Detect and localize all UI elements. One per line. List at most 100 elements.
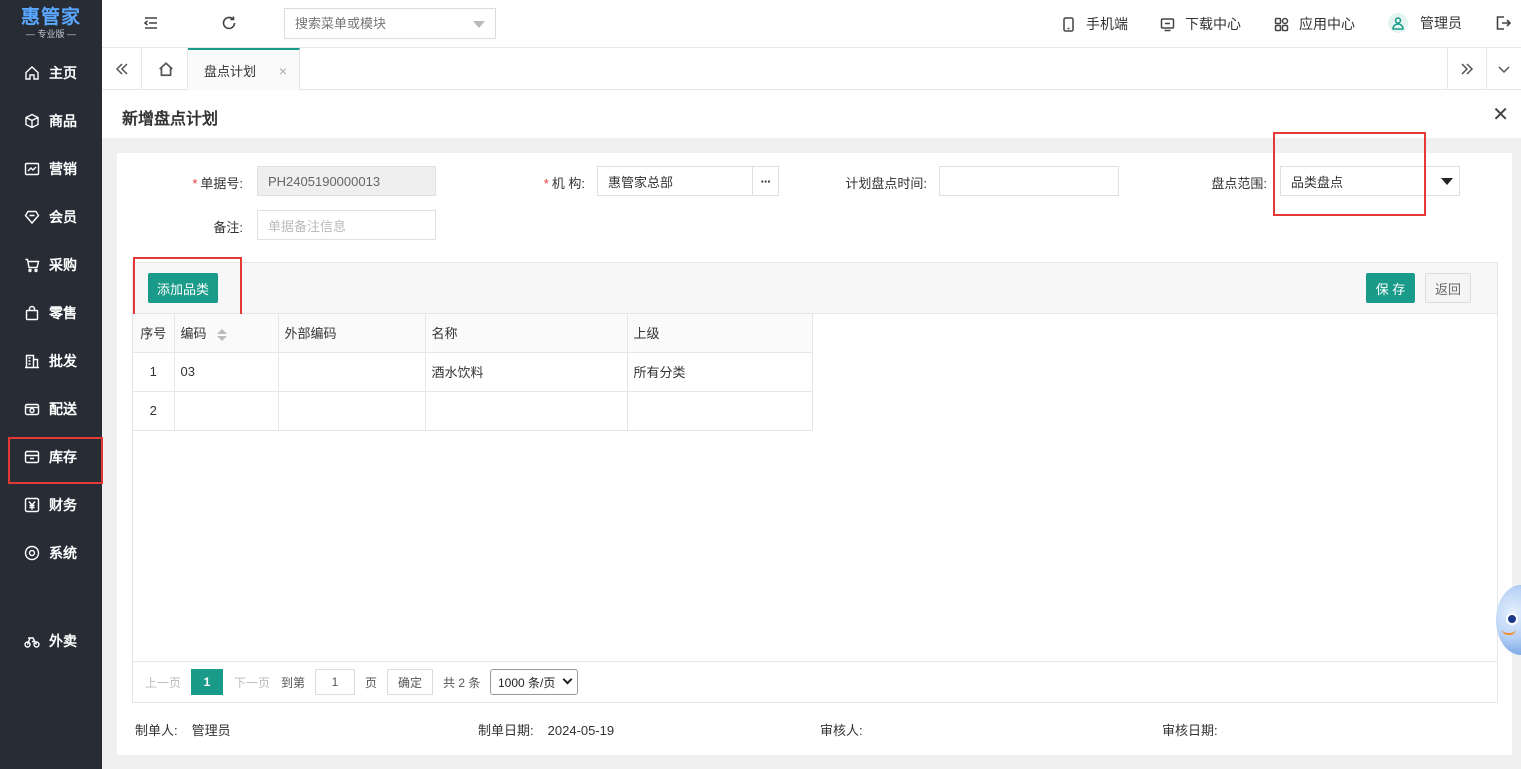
close-icon[interactable]: ✕ [1492, 102, 1509, 127]
required-mark: * [543, 176, 549, 191]
current-page[interactable]: 1 [191, 669, 223, 695]
sidebar-item-label: 零售 [49, 305, 77, 321]
creator-label: 制单人: [135, 723, 178, 738]
user-name: 管理员 [1420, 15, 1462, 31]
category-table: 序号 编码 外部编码 名称 上级 1 03 酒水饮料 所有分类 2 [133, 314, 813, 431]
download-center-link[interactable]: 下载中心 [1160, 14, 1241, 34]
goto-confirm-button[interactable]: 确定 [387, 669, 433, 695]
plan-time-field[interactable] [939, 166, 1119, 196]
cell-name: 酒水饮料 [425, 352, 628, 392]
logo-title: 惠管家 [20, 7, 81, 28]
org-picker-button[interactable]: ··· [752, 167, 778, 195]
scope-label: 盘点范围: [1211, 176, 1267, 191]
remark-label: 备注: [213, 220, 243, 235]
cell-name [425, 391, 628, 431]
menu-collapse-icon[interactable] [142, 14, 162, 34]
remark-field[interactable]: 单据备注信息 [257, 210, 436, 240]
sidebar-item-label: 系统 [49, 545, 77, 561]
page-unit-label: 页 [365, 676, 378, 690]
user-menu[interactable]: 管理员 [1388, 13, 1462, 33]
creator-value: 管理员 [191, 723, 231, 738]
save-button[interactable]: 保 存 [1366, 273, 1415, 303]
tabs-scroll-right-button[interactable] [1447, 48, 1487, 89]
sidebar-item-label: 财务 [49, 497, 77, 513]
table-row[interactable]: 1 03 酒水饮料 所有分类 [133, 352, 813, 392]
refresh-icon[interactable] [220, 14, 240, 34]
page-title: 新增盘点计划 [122, 111, 219, 128]
create-date-label: 制单日期: [478, 723, 534, 738]
chevron-down-icon [1441, 178, 1453, 185]
sidebar-item-finance[interactable]: 财务 [0, 481, 102, 529]
sort-icon[interactable] [216, 328, 227, 342]
double-chevron-left-icon [115, 62, 128, 75]
cell-code[interactable] [174, 391, 279, 431]
sidebar-item-members[interactable]: 会员 [0, 193, 102, 241]
building-icon [25, 354, 39, 369]
plan-time-label: 计划盘点时间: [845, 176, 927, 191]
diamond-icon [24, 210, 40, 225]
double-chevron-right-icon [1461, 62, 1474, 75]
table-toolbar: 添加品类 保 存 返回 [133, 263, 1497, 314]
total-count: 共 2 条 [443, 676, 481, 690]
logout-icon[interactable] [1494, 14, 1514, 34]
scope-highlight-box [1273, 132, 1426, 216]
prev-page-button[interactable]: 上一页 [145, 674, 181, 691]
back-button[interactable]: 返回 [1425, 273, 1471, 303]
tab-stocktake-plan[interactable]: 盘点计划 × [188, 48, 300, 90]
mobile-link[interactable]: 手机端 [1061, 14, 1128, 34]
category-table-panel: 添加品类 保 存 返回 序号 编码 外部编码 名称 上级 1 03 酒水饮料 所… [132, 257, 1498, 703]
sidebar-item-home[interactable]: 主页 [0, 49, 102, 97]
sidebar-item-marketing[interactable]: 营销 [0, 145, 102, 193]
sidebar-item-delivery[interactable]: 配送 [0, 385, 102, 433]
page-header: 新增盘点计划 ✕ [102, 90, 1521, 138]
column-header-index: 序号 [133, 314, 175, 353]
org-field[interactable]: 惠管家总部 ··· [597, 166, 779, 196]
cell-index: 1 [133, 352, 175, 392]
page-size-select[interactable]: 1000 条/页 [490, 669, 578, 695]
tab-close-icon[interactable]: × [279, 63, 287, 79]
sidebar-item-takeout[interactable]: 外卖 [0, 617, 102, 665]
doc-no-label: * 单据号: [177, 173, 243, 192]
cell-parent [627, 391, 813, 431]
next-page-button[interactable]: 下一页 [234, 674, 270, 691]
home-icon [158, 61, 173, 76]
download-label: 下载中心 [1185, 16, 1241, 32]
bot-eye [1506, 613, 1518, 625]
tabs-menu-button[interactable] [1487, 48, 1521, 89]
table-row[interactable]: 2 [133, 391, 813, 431]
column-header-code[interactable]: 编码 [174, 314, 279, 353]
column-header-ext-code: 外部编码 [278, 314, 426, 353]
app-center-link[interactable]: 应用中心 [1274, 14, 1355, 34]
page-size-value: 1000 条/页 [498, 675, 556, 690]
tab-label: 盘点计划 [204, 63, 257, 79]
truck-icon [24, 403, 40, 416]
sidebar-item-purchase[interactable]: 采购 [0, 241, 102, 289]
sidebar-item-label: 会员 [49, 209, 77, 225]
goto-label: 到第 [281, 676, 306, 690]
goto-page-input[interactable]: 1 [315, 669, 355, 695]
sidebar-item-retail[interactable]: 零售 [0, 289, 102, 337]
cell-index: 2 [133, 391, 175, 431]
sidebar-item-label: 批发 [49, 353, 77, 369]
apps-label: 应用中心 [1299, 16, 1355, 32]
form-card: * 单据号: PH2405190000013 * 机 构: 惠管家总部 ··· 计划… [117, 132, 1512, 755]
tab-home[interactable] [144, 48, 188, 89]
sidebar-item-label: 外卖 [49, 633, 77, 649]
search-input[interactable] [285, 9, 465, 38]
sidebar-item-wholesale[interactable]: 批发 [0, 337, 102, 385]
avatar [1388, 13, 1408, 33]
audit-date-label: 审核日期: [1162, 723, 1218, 738]
create-date-info: 制单日期: 2024-05-19 [478, 720, 614, 739]
cell-ext-code [278, 352, 426, 392]
table-header-row: 序号 编码 外部编码 名称 上级 [133, 314, 813, 353]
tabs-scroll-left-button[interactable] [102, 48, 142, 89]
sidebar-item-system[interactable]: 系统 [0, 529, 102, 577]
user-icon [1392, 17, 1404, 30]
sidebar-item-label: 营销 [49, 161, 77, 177]
app-logo[interactable]: 惠管家 — 专业版 — [0, 0, 102, 48]
menu-search-select[interactable] [284, 8, 496, 39]
auditor-info: 审核人: [820, 720, 877, 739]
phone-icon [1063, 16, 1074, 32]
doc-no-field: PH2405190000013 [257, 166, 436, 196]
sidebar-item-products[interactable]: 商品 [0, 97, 102, 145]
